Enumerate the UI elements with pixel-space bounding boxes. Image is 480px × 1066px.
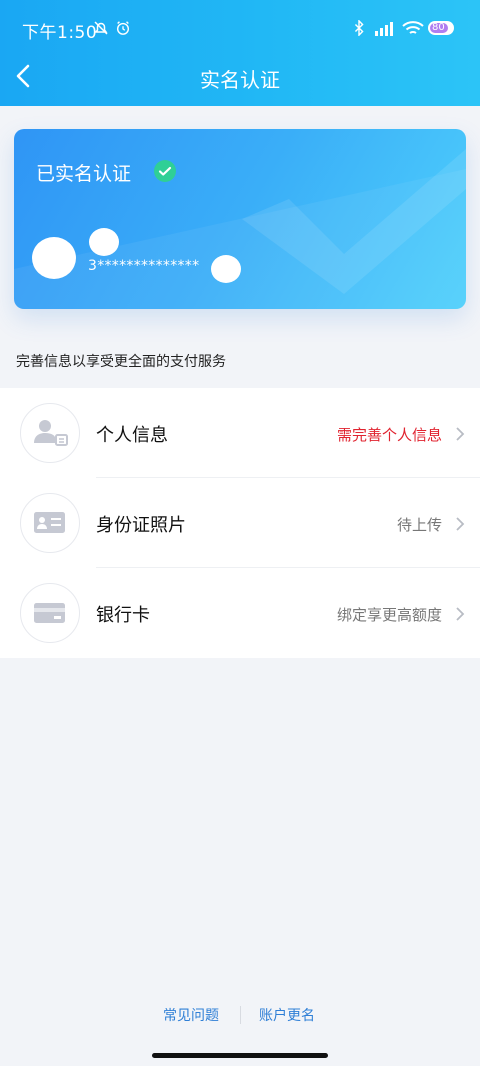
alarm-icon bbox=[116, 21, 130, 35]
battery-icon: 80 bbox=[428, 21, 454, 35]
redaction-mark bbox=[89, 228, 119, 256]
check-icon bbox=[154, 160, 176, 182]
status-time: 下午1:50 bbox=[22, 23, 98, 43]
list-item-personal-info[interactable]: 个人信息 需完善个人信息 bbox=[0, 388, 480, 478]
signal-icon bbox=[375, 22, 393, 36]
id-card-icon bbox=[20, 493, 80, 553]
battery-level: 80 bbox=[432, 22, 445, 33]
verification-card[interactable]: 已实名认证 3************** bbox=[14, 129, 466, 309]
list-item-title: 银行卡 bbox=[96, 605, 150, 626]
footer-links: 常见问题 账户更名 bbox=[0, 1003, 480, 1027]
app-header: 下午1:50 80 实名认证 bbox=[0, 0, 480, 106]
redaction-mark bbox=[211, 255, 241, 283]
list-item-status: 待上传 bbox=[396, 516, 442, 534]
footer-separator bbox=[240, 1006, 241, 1024]
status-bar: 下午1:50 80 bbox=[0, 0, 480, 52]
list-item-id-photo[interactable]: 身份证照片 待上传 bbox=[0, 478, 480, 568]
bank-card-icon bbox=[20, 583, 80, 643]
list-item-title: 身份证照片 bbox=[96, 515, 186, 536]
card-decoration bbox=[14, 149, 466, 309]
chevron-right-icon bbox=[456, 427, 465, 441]
chevron-right-icon bbox=[456, 517, 465, 531]
redaction-mark bbox=[32, 237, 76, 279]
account-rename-link[interactable]: 账户更名 bbox=[259, 1005, 315, 1025]
list-item-status: 需完善个人信息 bbox=[336, 426, 442, 444]
verified-status-label: 已实名认证 bbox=[36, 163, 132, 185]
faq-link[interactable]: 常见问题 bbox=[163, 1005, 219, 1025]
home-indicator[interactable] bbox=[152, 1053, 328, 1058]
person-id-icon bbox=[20, 403, 80, 463]
list-item-title: 个人信息 bbox=[96, 425, 168, 446]
wifi-icon bbox=[402, 21, 424, 34]
page-title: 实名认证 bbox=[200, 68, 280, 92]
list-item-bank-card[interactable]: 银行卡 绑定享更高额度 bbox=[0, 568, 480, 658]
chevron-right-icon bbox=[456, 607, 465, 621]
verification-list: 个人信息 需完善个人信息 身份证照片 待上传 银行卡 绑定享更高额度 bbox=[0, 388, 480, 658]
bluetooth-icon bbox=[354, 20, 364, 36]
do-not-disturb-icon bbox=[94, 21, 108, 35]
info-hint: 完善信息以享受更全面的支付服务 bbox=[16, 354, 226, 370]
masked-id-number: 3************** bbox=[88, 258, 200, 274]
list-item-status: 绑定享更高额度 bbox=[336, 606, 442, 624]
